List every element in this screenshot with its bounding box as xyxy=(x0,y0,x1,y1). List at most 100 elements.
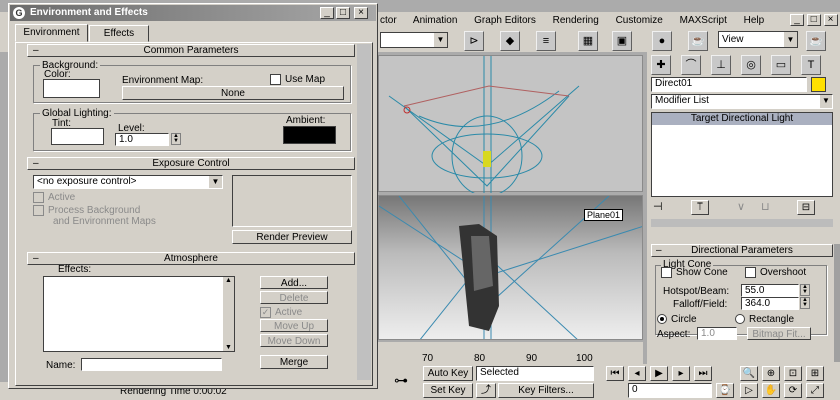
effect-active-checkbox: ✓ Active xyxy=(260,307,303,319)
layers-icon[interactable]: ≡ xyxy=(536,31,556,51)
view-dropdown[interactable]: View ▼ xyxy=(718,31,798,48)
add-effect-button[interactable]: Add... xyxy=(260,276,328,289)
frame-field[interactable]: 0 xyxy=(628,383,712,398)
zoom-extents-icon[interactable]: ⊡ xyxy=(784,366,802,381)
mirror-icon[interactable]: ⊳ xyxy=(464,31,484,51)
effect-name-field[interactable] xyxy=(81,358,222,371)
go-to-start-icon[interactable]: ⏮ xyxy=(606,366,624,381)
pin-stack-icon[interactable]: ⊣ xyxy=(653,200,663,213)
minimize-icon[interactable]: _ xyxy=(790,14,804,26)
menu-item-graph-editors[interactable]: Graph Editors xyxy=(474,15,536,26)
show-cone-checkbox[interactable]: Show Cone xyxy=(661,267,728,278)
exposure-type-dropdown[interactable]: <no exposure control> ▼ xyxy=(33,175,223,189)
exposure-preview-area xyxy=(232,175,352,227)
merge-button[interactable]: Merge xyxy=(260,355,328,369)
menu-item-help[interactable]: Help xyxy=(744,15,765,26)
falloff-spinner[interactable]: ▲ ▼ xyxy=(800,297,810,309)
use-map-checkbox[interactable]: Use Map xyxy=(270,74,325,85)
viewport-perspective[interactable]: Plane01 xyxy=(378,195,643,340)
menu-item-customize[interactable]: Customize xyxy=(616,15,663,26)
falloff-field[interactable]: 364.0 xyxy=(741,297,799,310)
close-icon[interactable]: × xyxy=(823,14,838,26)
dialog-close-icon[interactable]: × xyxy=(354,7,368,19)
circle-label: Circle xyxy=(671,314,697,325)
modifier-list-dropdown[interactable]: Modifier List ▼ xyxy=(651,94,833,109)
background-color-swatch[interactable] xyxy=(43,79,100,98)
viewport-top[interactable] xyxy=(378,55,643,197)
common-params-header[interactable]: – Common Parameters xyxy=(27,44,355,57)
scroll-down-icon[interactable]: ▼ xyxy=(223,344,234,351)
utilities-tab-icon[interactable]: T xyxy=(801,55,821,75)
auto-key-button[interactable]: Auto Key xyxy=(423,366,473,381)
modify-tab-icon[interactable]: ⌒ xyxy=(681,55,701,75)
circle-radio[interactable]: Circle xyxy=(657,314,697,325)
menu-item-rendering[interactable]: Rendering xyxy=(553,15,599,26)
ambient-color-swatch[interactable] xyxy=(283,126,336,144)
create-tab-icon[interactable]: ✚ xyxy=(651,55,671,75)
object-color-swatch[interactable] xyxy=(811,77,826,92)
light-wireframe-top xyxy=(388,56,580,197)
hotspot-field[interactable]: 55.0 xyxy=(741,284,799,297)
remove-modifier-icon: ⊔ xyxy=(761,201,770,213)
level-field[interactable]: 1.0 xyxy=(115,133,169,146)
tab-effects[interactable]: Effects xyxy=(89,25,149,42)
quick-render-icon[interactable]: ☕ xyxy=(806,31,826,51)
exposure-control-header[interactable]: – Exposure Control xyxy=(27,157,355,170)
directional-params-header[interactable]: – Directional Parameters xyxy=(651,244,833,257)
maximize-icon[interactable]: □ xyxy=(806,14,821,26)
time-config-icon[interactable]: ⌚ xyxy=(716,383,734,398)
menu-item-animation[interactable]: Animation xyxy=(413,15,457,26)
scroll-up-icon[interactable]: ▲ xyxy=(223,277,234,284)
zoom-icon[interactable]: 🔍 xyxy=(740,366,758,381)
key-filters-button[interactable]: Key Filters... xyxy=(498,383,594,398)
environment-map-button[interactable]: None xyxy=(122,86,344,100)
configure-modifier-sets-icon[interactable]: ⊟ xyxy=(797,200,815,215)
effects-list-scrollbar[interactable]: ▲ ▼ xyxy=(223,277,234,351)
dialog-maximize-icon[interactable]: □ xyxy=(336,7,350,19)
orbit-icon[interactable]: ⟳ xyxy=(784,383,802,398)
render-scene-icon[interactable]: ☕ xyxy=(688,31,708,51)
zoom-all-icon[interactable]: ⊕ xyxy=(762,366,780,381)
object-name-field[interactable]: Direct01 xyxy=(651,77,807,92)
tangent-icon[interactable]: ⤴ xyxy=(476,383,496,398)
display-tab-icon[interactable]: ▭ xyxy=(771,55,791,75)
fov-icon[interactable]: ▷ xyxy=(740,383,758,398)
stack-item[interactable]: Target Directional Light xyxy=(652,113,832,125)
hierarchy-tab-icon[interactable]: ⊥ xyxy=(711,55,731,75)
dialog-titlebar[interactable]: G Environment and Effects _ □ × xyxy=(10,5,376,21)
selection-dropdown[interactable]: Selected xyxy=(476,366,594,381)
toolbar-dropdown[interactable]: ▼ xyxy=(380,32,448,48)
pan-icon[interactable]: ✋ xyxy=(762,383,780,398)
set-key-button[interactable]: Set Key xyxy=(423,383,473,398)
rectangle-radio[interactable]: Rectangle xyxy=(735,314,794,325)
timeline-ruler[interactable]: 70 80 90 100 xyxy=(378,342,643,364)
schematic-icon[interactable]: ▣ xyxy=(612,31,632,51)
menu-item-ctor[interactable]: ctor xyxy=(380,15,397,26)
panel-scrollbar[interactable] xyxy=(834,244,840,362)
next-frame-icon[interactable]: ▸ xyxy=(672,366,690,381)
exposure-control-title: Exposure Control xyxy=(152,158,230,169)
chevron-down-icon: ▼ xyxy=(209,176,222,188)
effects-list[interactable]: ▲ ▼ xyxy=(43,276,235,352)
menu-item-maxscript[interactable]: MAXScript xyxy=(680,15,727,26)
motion-tab-icon[interactable]: ◎ xyxy=(741,55,761,75)
hotspot-spinner[interactable]: ▲ ▼ xyxy=(800,284,810,296)
zoom-extents-all-icon[interactable]: ⊞ xyxy=(806,366,824,381)
curve-editor-icon[interactable]: ▦ xyxy=(578,31,598,51)
go-to-end-icon[interactable]: ⏭ xyxy=(694,366,712,381)
play-icon[interactable]: ▶ xyxy=(650,366,668,381)
dialog-minimize-icon[interactable]: _ xyxy=(320,7,334,19)
align-icon[interactable]: ◆ xyxy=(500,31,520,51)
level-spinner[interactable]: ▲ ▼ xyxy=(171,133,181,145)
maximize-viewport-icon[interactable]: ⤢ xyxy=(806,383,824,398)
object-label[interactable]: Plane01 xyxy=(584,209,624,221)
dialog-scrollbar[interactable] xyxy=(357,44,371,380)
previous-frame-icon[interactable]: ◂ xyxy=(628,366,646,381)
tab-environment[interactable]: Environment xyxy=(15,24,88,42)
material-editor-icon[interactable]: ● xyxy=(652,31,672,51)
render-preview-button[interactable]: Render Preview xyxy=(232,230,352,244)
ambient-label: Ambient: xyxy=(286,115,326,126)
tint-color-swatch[interactable] xyxy=(51,128,104,145)
overshoot-checkbox[interactable]: Overshoot xyxy=(745,267,806,278)
show-end-result-icon[interactable]: ⟙ xyxy=(691,200,709,215)
